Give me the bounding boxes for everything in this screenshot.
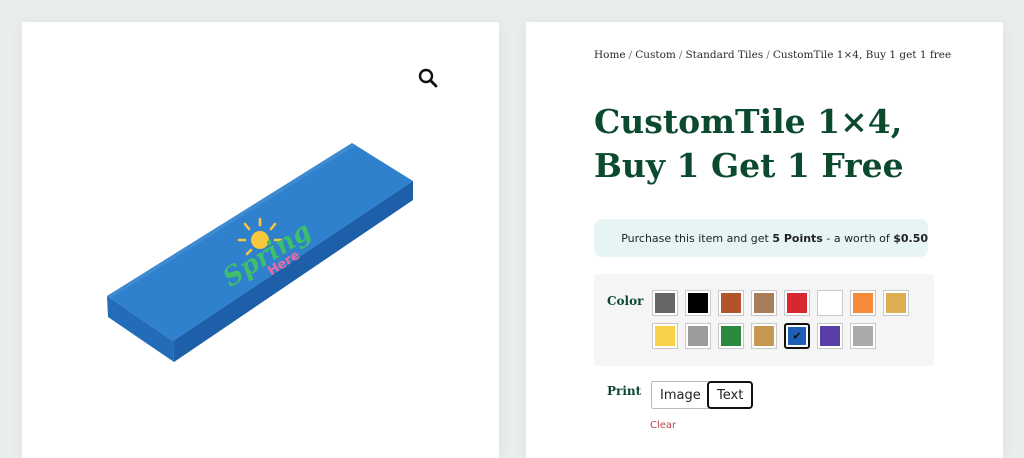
breadcrumb-custom[interactable]: Custom <box>635 49 676 61</box>
color-swatch[interactable] <box>784 290 810 316</box>
color-swatch-fill <box>886 293 906 313</box>
color-variation: Color ✔ <box>594 274 934 366</box>
color-swatch-fill <box>853 326 873 346</box>
color-swatch-fill <box>688 293 708 313</box>
color-swatch[interactable] <box>850 323 876 349</box>
color-swatch[interactable] <box>751 290 777 316</box>
print-option-image[interactable]: Image <box>651 381 710 409</box>
color-swatch[interactable] <box>883 290 909 316</box>
color-swatch[interactable] <box>652 323 678 349</box>
breadcrumb-home[interactable]: Home <box>594 49 626 61</box>
color-swatch[interactable] <box>685 323 711 349</box>
breadcrumb-standard-tiles[interactable]: Standard Tiles <box>685 49 763 61</box>
breadcrumb-separator: / <box>766 49 770 61</box>
color-swatch[interactable] <box>652 290 678 316</box>
breadcrumb-separator: / <box>678 49 683 61</box>
color-swatch-fill <box>820 293 840 313</box>
breadcrumb-separator: / <box>628 49 633 61</box>
breadcrumb: Home / Custom / Standard Tiles / CustomTile 1×… <box>594 49 994 61</box>
color-swatch-fill <box>853 293 873 313</box>
color-swatch-fill <box>754 293 774 313</box>
print-variation: Print Image Text Clear <box>594 380 934 440</box>
product-summary: Home / Custom / Standard Tiles / CustomTile 1×… <box>526 22 1003 458</box>
color-swatch[interactable] <box>850 290 876 316</box>
color-swatch[interactable] <box>751 323 777 349</box>
color-swatch-grid: ✔ <box>652 290 912 349</box>
clear-selection-link[interactable]: Clear <box>650 420 676 431</box>
color-swatch-fill <box>787 293 807 313</box>
points-notice: Purchase this item and get 5 Points - a … <box>594 219 928 257</box>
product-image[interactable]: Spring Here <box>102 122 422 372</box>
color-swatch[interactable] <box>817 290 843 316</box>
product-title: CustomTile 1×4, Buy 1 Get 1 Free <box>594 100 984 188</box>
points-prefix: Purchase this item and get <box>621 231 769 245</box>
print-label: Print <box>607 384 642 398</box>
color-swatch-fill <box>688 326 708 346</box>
checkmark-icon: ✔ <box>792 329 802 343</box>
color-swatch[interactable] <box>817 323 843 349</box>
print-option-text[interactable]: Text <box>707 381 754 409</box>
color-swatch-fill <box>721 293 741 313</box>
color-swatch[interactable]: ✔ <box>784 323 810 349</box>
points-middle: - a worth of <box>826 231 890 245</box>
color-swatch-fill: ✔ <box>788 327 806 345</box>
product-gallery: Spring Here <box>22 22 499 458</box>
color-label: Color <box>607 294 644 308</box>
color-swatch[interactable] <box>718 290 744 316</box>
color-swatch-fill <box>820 326 840 346</box>
color-swatch-fill <box>655 293 675 313</box>
color-swatch-fill <box>721 326 741 346</box>
breadcrumb-current: CustomTile 1×4, Buy 1 get 1 free <box>772 49 952 61</box>
magnifier-icon[interactable] <box>416 66 440 90</box>
points-amount: 5 Points <box>772 231 823 245</box>
color-swatch[interactable] <box>718 323 744 349</box>
color-swatch-fill <box>655 326 675 346</box>
color-swatch-fill <box>754 326 774 346</box>
product-title-line1: CustomTile 1×4, <box>594 102 903 141</box>
points-value: $0.50 <box>893 231 928 245</box>
color-swatch[interactable] <box>685 290 711 316</box>
product-title-line2: Buy 1 Get 1 Free <box>594 146 904 185</box>
